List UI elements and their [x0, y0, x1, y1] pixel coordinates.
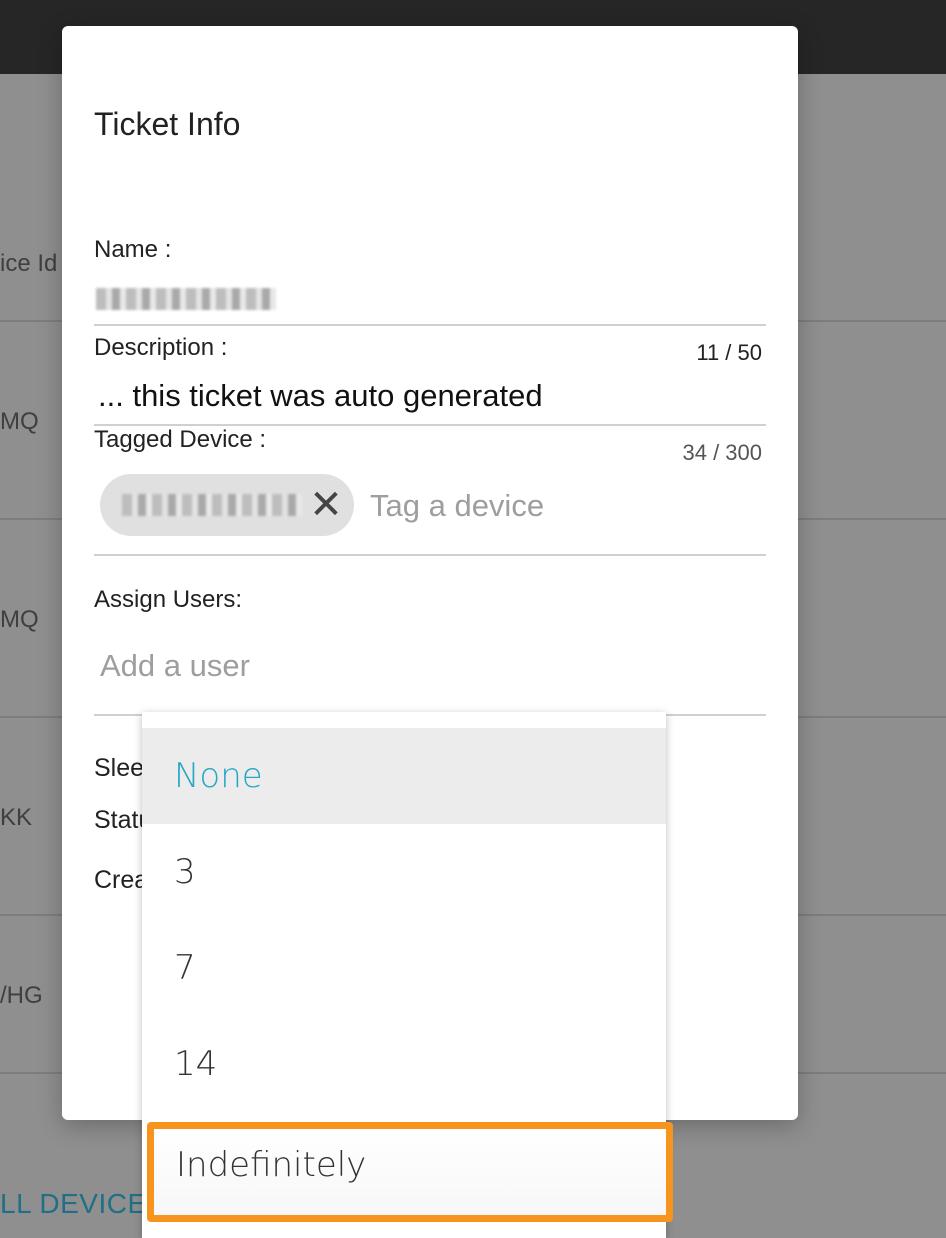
option-3[interactable]: 3	[142, 824, 666, 920]
name-value-redacted[interactable]	[96, 288, 276, 310]
name-field-underline	[94, 324, 766, 326]
add-user-input[interactable]: Add a user	[100, 648, 250, 684]
table-row-id: MQ	[0, 408, 39, 435]
remove-chip-close-icon[interactable]: ✕	[304, 480, 348, 530]
tag-device-input[interactable]: Tag a device	[370, 488, 544, 524]
option-14[interactable]: 14	[142, 1016, 666, 1112]
table-row-id: KK	[0, 804, 33, 831]
dialog-title: Ticket Info	[94, 106, 241, 142]
tagged-device-char-counter: 34 / 300	[682, 440, 762, 465]
column-header-device-id: ice Id	[0, 250, 58, 277]
tagged-device-label: Tagged Device :	[94, 426, 267, 453]
assign-users-label: Assign Users:	[94, 586, 243, 613]
description-char-counter: 11 / 50	[696, 340, 762, 365]
name-label: Name :	[94, 236, 172, 263]
table-row-id: MQ	[0, 606, 39, 633]
sleep-label: Slee	[94, 754, 145, 782]
option-none[interactable]: None	[142, 728, 666, 824]
table-row-id: /HG	[0, 982, 43, 1009]
option-indefinitely[interactable]: Indefinitely	[147, 1122, 673, 1222]
description-label: Description :	[94, 334, 228, 361]
created-label: Crea	[94, 866, 149, 894]
device-name-redacted	[122, 494, 302, 516]
description-field[interactable]: ... this ticket was auto generated	[98, 378, 543, 414]
tagged-device-underline	[94, 554, 766, 556]
tagged-device-chip[interactable]: ✕	[100, 474, 354, 536]
option-7[interactable]: 7	[142, 920, 666, 1016]
all-devices-link[interactable]: LL DEVICES	[0, 1188, 166, 1220]
